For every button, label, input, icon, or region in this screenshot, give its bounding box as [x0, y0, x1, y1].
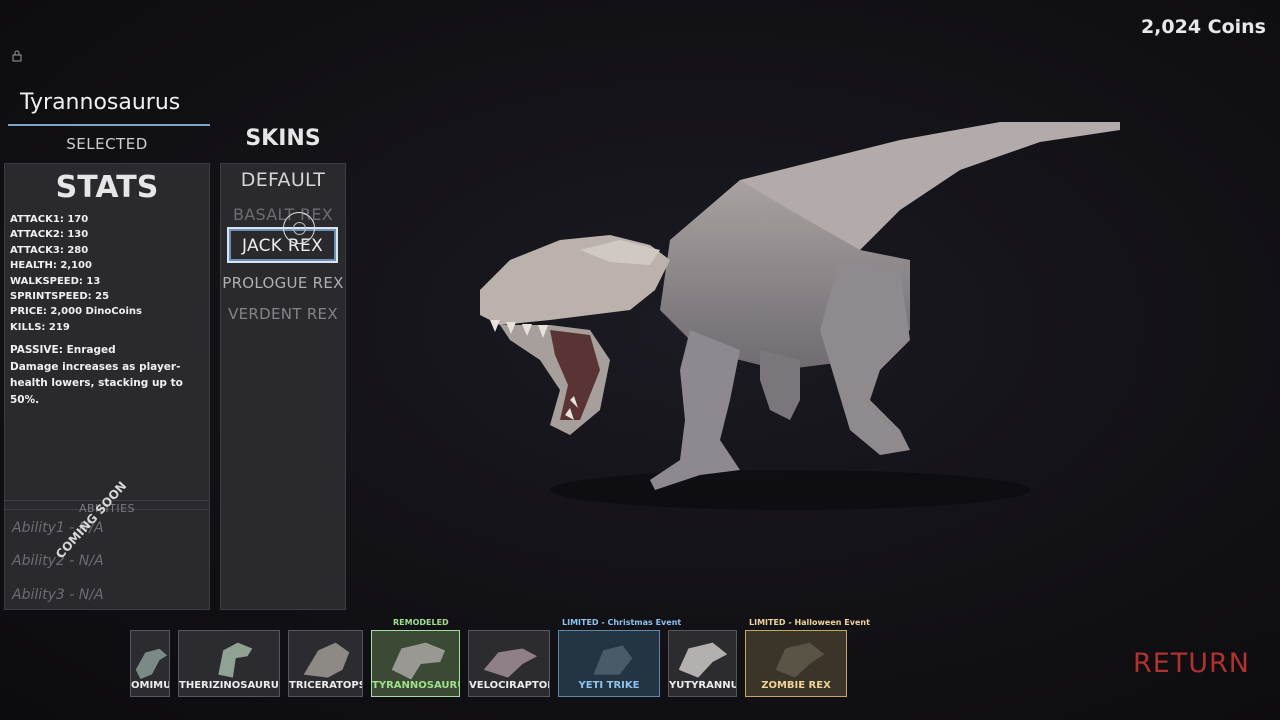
stat-health: HEALTH: 2,100 [10, 260, 92, 272]
roster-label: VELOCIRAPTOR [469, 680, 550, 691]
roster-card-zombie-rex[interactable]: ZOMBIE REX [745, 630, 847, 697]
roster-label: ZOMBIE REX [761, 680, 831, 691]
passive-description: Damage increases as player-health lowers… [10, 360, 183, 406]
stat-price: PRICE: 2,000 DinoCoins [10, 306, 142, 318]
roster-tag-remodeled: REMODELED [393, 618, 449, 627]
stats-panel: STATS ATTACK1: 170 ATTACK2: 130 ATTACK3:… [4, 163, 210, 610]
stat-attack3: ATTACK3: 280 [10, 244, 89, 256]
tyrannosaurus-model[interactable] [440, 100, 1160, 520]
roster-tag-christmas: LIMITED - Christmas Event [562, 618, 682, 627]
skin-verdent-rex[interactable]: VERDENT REX [221, 305, 345, 323]
roster-card-velociraptor[interactable]: VELOCIRAPTOR [468, 630, 550, 697]
roster-label: TRICERATOPS [289, 680, 363, 691]
lock-icon [12, 50, 22, 62]
dino-roster: OMIMUS THERIZINOSAURUS TRICERATOPS REMOD… [130, 618, 870, 708]
stats-title: STATS [55, 170, 159, 205]
roster-card-omimus[interactable]: OMIMUS [130, 630, 170, 697]
passive-title: PASSIVE: Enraged [10, 344, 116, 356]
skin-default[interactable]: DEFAULT [221, 169, 345, 191]
roster-card-therizinosaurus[interactable]: THERIZINOSAURUS [178, 630, 280, 697]
roster-label: YETI TRIKE [578, 680, 640, 691]
roster-card-triceratops[interactable]: TRICERATOPS [288, 630, 363, 697]
stat-attack1: ATTACK1: 170 [10, 214, 89, 225]
ability-3: Ability3 - N/A [12, 587, 104, 603]
stat-kills: KILLS: 219 [10, 321, 70, 333]
roster-card-yutyrannus[interactable]: YUTYRANNUS [668, 630, 737, 697]
skin-prologue-rex[interactable]: PROLOGUE REX [221, 274, 345, 292]
roster-label: YUTYRANNUS [669, 680, 736, 691]
selected-status: SELECTED [66, 135, 148, 153]
skin-basalt-rex[interactable]: BASALT REX [221, 205, 345, 224]
mouse-cursor [283, 212, 315, 244]
stat-walkspeed: WALKSPEED: 13 [10, 275, 101, 287]
dino-name: Tyrannosaurus [20, 90, 181, 115]
skins-title: SKINS [245, 126, 321, 151]
stat-sprintspeed: SPRINTSPEED: 25 [10, 291, 110, 303]
roster-label: TYRANNOSAURUS [372, 680, 459, 691]
roster-label: OMIMUS [131, 680, 169, 691]
stat-list: ATTACK1: 170 ATTACK2: 130 ATTACK3: 280 H… [10, 212, 142, 335]
coins-counter: 2,024 Coins [1140, 16, 1266, 38]
roster-card-yeti-trike[interactable]: YETI TRIKE [558, 630, 660, 697]
roster-card-tyrannosaurus[interactable]: TYRANNOSAURUS [371, 630, 460, 697]
return-button[interactable]: RETURN [1133, 648, 1250, 679]
roster-label: THERIZINOSAURUS [179, 680, 280, 691]
skin-jack-rex[interactable]: JACK REX [227, 227, 338, 263]
stat-attack2: ATTACK2: 130 [10, 229, 89, 241]
passive-block: PASSIVE: Enraged Damage increases as pla… [10, 342, 206, 408]
dino-title: Tyrannosaurus [8, 88, 210, 126]
roster-tag-halloween: LIMITED - Halloween Event [749, 618, 870, 627]
